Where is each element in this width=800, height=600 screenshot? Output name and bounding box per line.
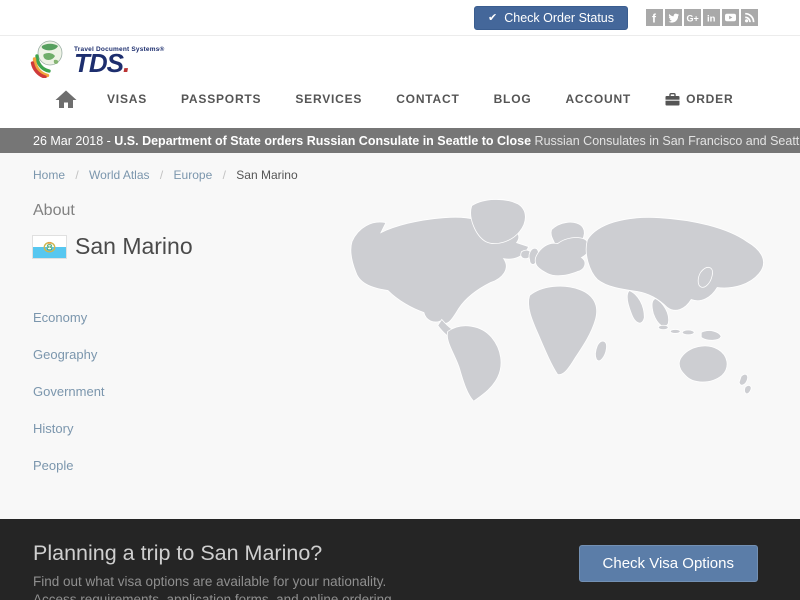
- main-content: Home / World Atlas / Europe / San Marino…: [0, 153, 800, 519]
- breadcrumb-current: San Marino: [236, 168, 298, 182]
- site-header: Travel Document Systems® TDS.: [0, 36, 800, 80]
- rss-icon[interactable]: [741, 9, 758, 26]
- footer-line2: Access requirements, application forms, …: [33, 592, 396, 600]
- news-teaser: Russian Consulates in San Francisco and …: [534, 133, 800, 148]
- twitter-icon[interactable]: [665, 9, 682, 26]
- linkedin-icon[interactable]: in: [703, 9, 720, 26]
- globe-logo-icon: [30, 40, 63, 78]
- breadcrumb-separator: /: [222, 168, 226, 182]
- nav-item-order[interactable]: ORDER: [665, 92, 733, 106]
- nav-home-item[interactable]: [55, 90, 77, 109]
- logo-acronym: TDS.: [74, 48, 130, 78]
- san-marino-flag: [33, 235, 66, 258]
- logo-text: Travel Document Systems® TDS.: [74, 46, 165, 78]
- youtube-icon[interactable]: [722, 9, 739, 26]
- facebook-icon[interactable]: f: [646, 9, 663, 26]
- page: ✔ Check Order Status f G+ in Travel Docu…: [0, 0, 800, 600]
- news-ticker[interactable]: 26 Mar 2018 - U.S. Department of State o…: [0, 128, 800, 153]
- check-icon: ✔: [488, 12, 498, 24]
- nav-item-services[interactable]: SERVICES: [295, 92, 362, 106]
- home-icon: [55, 90, 77, 108]
- breadcrumb-separator: /: [159, 168, 164, 182]
- google-plus-icon[interactable]: G+: [684, 9, 701, 26]
- nav-item-blog[interactable]: BLOG: [494, 92, 532, 106]
- nav-item-contact[interactable]: CONTACT: [396, 92, 459, 106]
- world-map: [350, 195, 794, 402]
- top-strip: ✔ Check Order Status f G+ in: [0, 0, 800, 36]
- footer-cta: Planning a trip to San Marino? Find out …: [0, 519, 800, 600]
- check-visa-options-button[interactable]: Check Visa Options: [578, 545, 758, 582]
- breadcrumb-world-atlas[interactable]: World Atlas: [89, 168, 149, 182]
- link-people[interactable]: People: [33, 458, 767, 473]
- tds-logo[interactable]: Travel Document Systems® TDS.: [30, 38, 165, 78]
- social-icons: f G+ in: [646, 9, 758, 26]
- breadcrumb-home[interactable]: Home: [33, 168, 65, 182]
- news-ticker-text: 26 Mar 2018 - U.S. Department of State o…: [0, 134, 800, 148]
- svg-text:in: in: [707, 14, 716, 25]
- breadcrumb-europe[interactable]: Europe: [174, 168, 213, 182]
- link-history[interactable]: History: [33, 421, 767, 436]
- nav-item-account[interactable]: ACCOUNT: [565, 92, 631, 106]
- check-order-status-button[interactable]: ✔ Check Order Status: [474, 5, 628, 30]
- svg-text:G+: G+: [687, 14, 699, 24]
- main-nav: VISAS PASSPORTS SERVICES CONTACT BLOG AC…: [0, 80, 800, 118]
- news-headline[interactable]: U.S. Department of State orders Russian …: [114, 134, 531, 148]
- briefcase-icon: [665, 92, 680, 105]
- nav-item-visas[interactable]: VISAS: [107, 92, 147, 106]
- breadcrumb: Home / World Atlas / Europe / San Marino: [33, 153, 767, 182]
- check-order-status-label: Check Order Status: [504, 10, 614, 25]
- breadcrumb-separator: /: [75, 168, 79, 182]
- nav-item-passports[interactable]: PASSPORTS: [181, 92, 261, 106]
- page-title: San Marino: [75, 233, 193, 259]
- news-date: 26 Mar 2018 -: [33, 133, 115, 148]
